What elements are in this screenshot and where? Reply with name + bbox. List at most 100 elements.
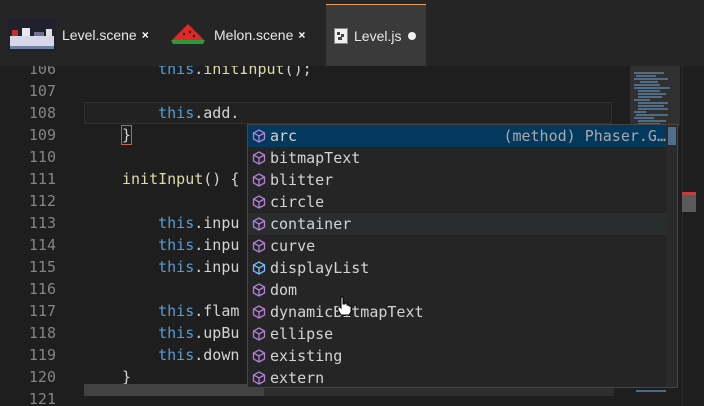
code-text: this.inpu [122, 212, 239, 234]
suggest-scrollbar-thumb[interactable] [668, 127, 676, 145]
tab-label: Level.js [354, 27, 402, 44]
suggestion-item[interactable]: curve [248, 235, 666, 257]
line-number: 108 [28, 104, 56, 122]
suggestion-item[interactable]: arc (method) Phaser.G… [248, 125, 666, 147]
keyword-token: this [158, 258, 195, 276]
line-number: 120 [28, 368, 56, 386]
code-token: .down [194, 346, 240, 364]
code-token: .add. [194, 104, 240, 122]
minimap-line [636, 390, 666, 392]
keyword-token: this [158, 104, 195, 122]
line-number: 116 [28, 280, 56, 298]
method-cube-icon [252, 283, 266, 297]
code-line[interactable]: 108 this.add. [0, 102, 620, 124]
method-cube-icon [252, 239, 266, 253]
code-token: .inpu [194, 258, 240, 276]
suggestion-label: existing [270, 347, 343, 365]
line-number: 118 [28, 324, 56, 342]
method-cube-icon [252, 217, 266, 231]
suggestion-label: circle [270, 193, 325, 211]
code-text: this.add. [122, 102, 239, 124]
suggest-scrollbar[interactable] [666, 125, 677, 387]
suggestion-label: dom [270, 281, 298, 299]
code-text: this.down [122, 344, 239, 366]
suggestion-label: extern [270, 369, 325, 387]
method-cube-icon [252, 349, 266, 363]
suggestion-item[interactable]: existing [248, 345, 666, 367]
suggestion-label: arc [270, 127, 298, 145]
keyword-token: this [158, 66, 195, 78]
suggestion-item[interactable]: extern [248, 367, 666, 387]
code-token: .upBu [194, 324, 240, 342]
suggestion-item[interactable]: container [248, 213, 666, 235]
keyword-token: this [158, 302, 195, 320]
melon-thumbnail [168, 18, 208, 52]
code-text: this.initInput(); [122, 66, 312, 80]
code-editor[interactable]: 106 this.initInput(); 107 108 this.add. 109… [0, 66, 704, 406]
close-icon[interactable]: × [142, 28, 149, 42]
code-text: } [120, 124, 133, 146]
field-cube-icon [252, 261, 266, 275]
horizontal-scrollbar-thumb[interactable] [84, 384, 264, 396]
suggestion-item[interactable]: bitmapText [248, 147, 666, 169]
suggestion-item[interactable]: ellipse [248, 323, 666, 345]
scrollbar-position-marker [682, 192, 696, 212]
suggestion-detail: (method) Phaser.G… [503, 127, 666, 145]
function-token: initInput [203, 66, 285, 78]
suggestion-item[interactable]: blitter [248, 169, 666, 191]
minimap-slider[interactable] [630, 66, 680, 126]
code-token: .inpu [194, 214, 240, 232]
function-token: initInput [122, 170, 204, 188]
code-text: this.upBu [122, 322, 239, 344]
keyword-token: this [158, 236, 195, 254]
method-cube-icon [252, 129, 266, 143]
code-line[interactable]: 106 this.initInput(); [0, 66, 620, 80]
tab-bar: Level.scene × Melon.scene × Level.js [0, 0, 704, 66]
tab-level-js[interactable]: Level.js [326, 4, 426, 66]
keyword-token: this [158, 214, 195, 232]
keyword-token: this [158, 346, 195, 364]
vertical-scrollbar[interactable] [682, 66, 696, 406]
tab-label: Level.scene [62, 27, 137, 43]
suggestion-item[interactable]: displayList [248, 257, 666, 279]
suggestion-item[interactable]: dynamicBitmapText [248, 301, 666, 323]
line-number: 113 [28, 214, 56, 232]
method-cube-icon [252, 195, 266, 209]
code-token: () { [203, 170, 240, 188]
line-number: 114 [28, 236, 56, 254]
suggestion-label: displayList [270, 259, 370, 277]
method-cube-icon [252, 327, 266, 341]
hand-pointer-cursor-icon [337, 296, 352, 316]
line-number: 106 [28, 66, 56, 78]
close-icon[interactable]: × [298, 28, 305, 42]
method-cube-icon [252, 173, 266, 187]
code-token: . [194, 66, 204, 78]
tab-label: Melon.scene [214, 27, 294, 43]
suggestion-label: bitmapText [270, 149, 361, 167]
scrollbar-error-marker [682, 192, 696, 195]
tab-melon-scene[interactable]: Melon.scene × [168, 4, 318, 66]
line-number: 115 [28, 258, 56, 276]
suggestion-label: container [270, 215, 352, 233]
suggestion-label: ellipse [270, 325, 334, 343]
suggestion-item[interactable]: circle [248, 191, 666, 213]
autocomplete-suggest-widget[interactable]: arc (method) Phaser.G… bitmapText blitter ci… [247, 124, 678, 388]
unsaved-dot-icon[interactable] [408, 31, 417, 40]
suggestion-item[interactable]: dom [248, 279, 666, 301]
code-line[interactable]: 107 [0, 80, 620, 102]
js-file-icon [334, 27, 348, 44]
keyword-token: this [158, 324, 195, 342]
code-token: (); [284, 66, 312, 78]
suggestion-label: blitter [270, 171, 334, 189]
tab-level-scene[interactable]: Level.scene × [8, 4, 158, 66]
method-cube-icon [252, 151, 266, 165]
line-number: 119 [28, 346, 56, 364]
line-number: 107 [28, 82, 56, 100]
